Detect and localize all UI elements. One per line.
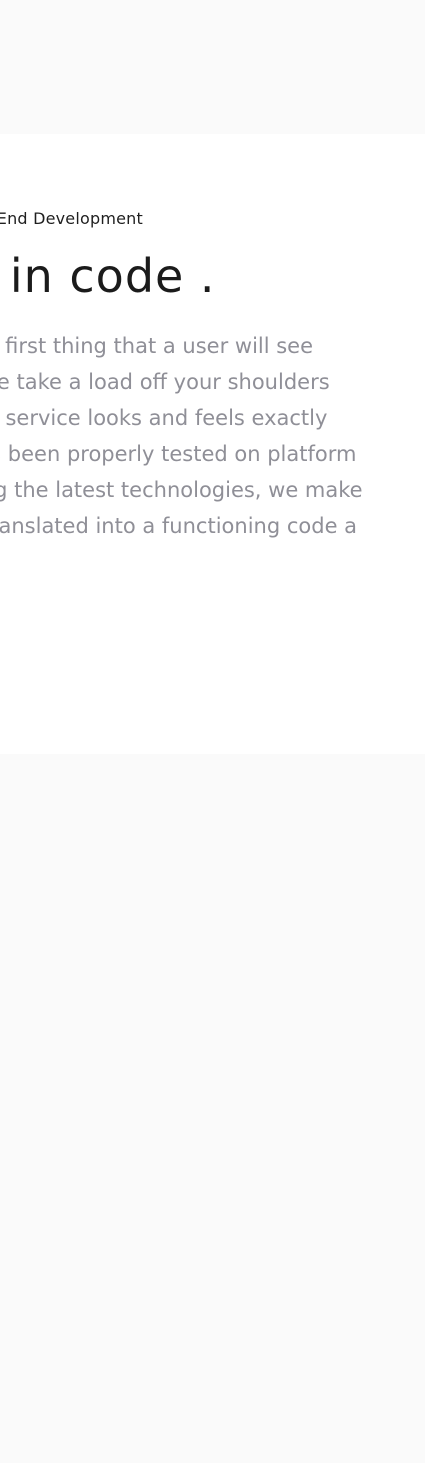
section-eyebrow: ont-End Development [0, 209, 143, 228]
top-spacer-band [0, 0, 425, 134]
description-line: s translated into a functioning code a [0, 514, 358, 538]
description-line: . We take a load off your shoulders [0, 370, 330, 394]
section-headline: g in code . [0, 249, 216, 303]
description-line: our service looks and feels exactly [0, 406, 328, 430]
section-description: the first thing that a user will see . W… [0, 328, 363, 544]
description-line: has been properly tested on platform [0, 442, 357, 466]
frontend-development-section: ont-End Development g in code . the firs… [0, 134, 425, 754]
description-line: sing the latest technologies, we make [0, 478, 363, 502]
bottom-spacer-band [0, 754, 425, 1463]
description-line: the first thing that a user will see [0, 334, 314, 358]
